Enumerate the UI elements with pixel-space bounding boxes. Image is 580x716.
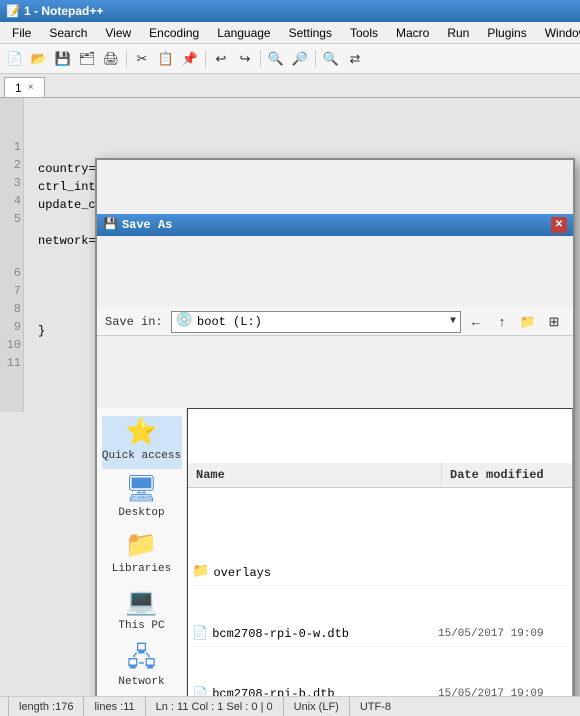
status-line-ending: Unix (LF) [284, 697, 350, 716]
col-name[interactable]: Name [188, 463, 442, 487]
title-bar: 📝 1 - Notepad++ [0, 0, 580, 22]
dialog-titlebar: 💾 Save As ✕ [97, 214, 573, 236]
menu-settings[interactable]: Settings [281, 24, 340, 42]
menu-language[interactable]: Language [209, 24, 278, 42]
tab-close-button[interactable]: × [28, 82, 34, 93]
filelist-header: Name Date modified [188, 463, 572, 488]
sidebar-item-libraries[interactable]: 📁 Libraries [102, 529, 182, 582]
combo-arrow-icon: ▼ [450, 314, 456, 329]
list-item[interactable]: 📄 bcm2708-rpi-0-w.dtb 15/05/2017 19:09 [188, 622, 572, 647]
tab-label: 1 [15, 81, 22, 95]
status-line-ending-value: Unix (LF) [294, 701, 339, 713]
sidebar-item-quick-access[interactable]: ⭐ Quick access [102, 416, 182, 469]
sidebar-label-this-pc: This PC [118, 618, 164, 635]
menu-file[interactable]: File [4, 24, 39, 42]
zoom-in-button[interactable]: 🔍 [265, 48, 287, 70]
menu-macro[interactable]: Macro [388, 24, 437, 42]
tab-1[interactable]: 1 × [4, 77, 45, 97]
status-position: Ln : 11 Col : 1 Sel : 0 | 0 [146, 697, 284, 716]
save-in-label: Save in: [105, 313, 163, 331]
print-button[interactable]: 🖨 [100, 48, 122, 70]
nav-back-button[interactable]: ← [465, 311, 487, 333]
dialog-close-button[interactable]: ✕ [551, 217, 567, 233]
toolbar-separator-1 [126, 50, 127, 68]
menu-plugins[interactable]: Plugins [479, 24, 534, 42]
sidebar-item-network[interactable]: 🖧 Network [102, 642, 182, 695]
app-icon: 📝 [6, 4, 20, 18]
menu-window[interactable]: Window [537, 24, 580, 42]
dialog-filelist[interactable]: Name Date modified 📁 overlays 📄 bcm2708-… [187, 408, 573, 696]
editor-area[interactable]: 12345 67891011 country=UK ctrl_interface… [0, 98, 580, 696]
menu-bar: File Search View Encoding Language Setti… [0, 22, 580, 44]
status-length: length : 176 [8, 697, 84, 716]
this-pc-icon: 💻 [125, 590, 157, 616]
status-position-value: Ln : 11 Col : 1 Sel : 0 | 0 [156, 701, 273, 713]
undo-button[interactable]: ↩ [210, 48, 232, 70]
replace-button[interactable]: ⇄ [344, 48, 366, 70]
find-button[interactable]: 🔍 [320, 48, 342, 70]
redo-button[interactable]: ↪ [234, 48, 256, 70]
dialog-toolbar: Save in: 💿 boot (L:) ▼ ← ↑ 📁 ⊞ [97, 308, 573, 336]
zoom-out-button[interactable]: 🔎 [289, 48, 311, 70]
save-all-button[interactable]: 🗂 [76, 48, 98, 70]
toolbar: 📄 📂 💾 🗂 🖨 ✂ 📋 📌 ↩ ↪ 🔍 🔎 🔍 ⇄ [0, 44, 580, 74]
file-date: 15/05/2017 19:09 [438, 626, 568, 643]
new-button[interactable]: 📄 [4, 48, 26, 70]
dialog-title: Save As [122, 216, 172, 234]
copy-button[interactable]: 📋 [155, 48, 177, 70]
sidebar-item-desktop[interactable]: 🖥 Desktop [102, 473, 182, 526]
save-button[interactable]: 💾 [52, 48, 74, 70]
save-in-combo[interactable]: 💿 boot (L:) ▼ [171, 311, 461, 333]
paste-button[interactable]: 📌 [179, 48, 201, 70]
status-bar: length : 176 lines : 11 Ln : 11 Col : 1 … [0, 696, 580, 716]
tab-bar: 1 × [0, 74, 580, 98]
cut-button[interactable]: ✂ [131, 48, 153, 70]
file-name: bcm2708-rpi-b.dtb [212, 685, 438, 696]
window-title: 1 - Notepad++ [24, 4, 103, 18]
quick-access-icon: ⭐ [125, 420, 157, 446]
sidebar-label-libraries: Libraries [112, 561, 171, 578]
file-icon: 📄 [192, 624, 208, 644]
save-as-dialog: 💾 Save As ✕ Save in: 💿 boot (L:) ▼ ← ↑ 📁… [95, 158, 575, 696]
col-date[interactable]: Date modified [442, 463, 572, 487]
sidebar-label-network: Network [118, 674, 164, 691]
list-item[interactable]: 📁 overlays [188, 560, 572, 586]
drive-icon: 💿 [176, 311, 193, 332]
menu-run[interactable]: Run [439, 24, 477, 42]
menu-encoding[interactable]: Encoding [141, 24, 207, 42]
status-lines-value: 11 [123, 701, 134, 713]
toolbar-separator-4 [315, 50, 316, 68]
menu-search[interactable]: Search [41, 24, 95, 42]
toolbar-separator-3 [260, 50, 261, 68]
dialog-icon: 💾 [103, 216, 118, 234]
folder-icon: 📁 [192, 562, 209, 583]
open-button[interactable]: 📂 [28, 48, 50, 70]
save-in-value: boot (L:) [197, 313, 262, 331]
status-length-value: 176 [55, 701, 73, 713]
menu-tools[interactable]: Tools [342, 24, 386, 42]
nav-new-folder-button[interactable]: 📁 [517, 311, 539, 333]
file-icon: 📄 [192, 685, 208, 697]
libraries-icon: 📁 [125, 533, 157, 559]
file-name: overlays [213, 564, 438, 582]
menu-view[interactable]: View [97, 24, 139, 42]
sidebar-item-this-pc[interactable]: 💻 This PC [102, 586, 182, 639]
status-lines: lines : 11 [84, 697, 145, 716]
sidebar-label-quick-access: Quick access [102, 448, 181, 465]
desktop-icon: 🖥 [125, 477, 158, 503]
dialog-sidebar: ⭐ Quick access 🖥 Desktop 📁 Libraries 💻 T… [97, 408, 187, 696]
sidebar-label-desktop: Desktop [118, 505, 164, 522]
nav-view-button[interactable]: ⊞ [543, 311, 565, 333]
nav-up-button[interactable]: ↑ [491, 311, 513, 333]
file-name: bcm2708-rpi-0-w.dtb [212, 625, 438, 643]
dialog-body: ⭐ Quick access 🖥 Desktop 📁 Libraries 💻 T… [97, 408, 573, 696]
status-encoding: UTF-8 [350, 697, 401, 716]
toolbar-separator-2 [205, 50, 206, 68]
list-item[interactable]: 📄 bcm2708-rpi-b.dtb 15/05/2017 19:09 [188, 683, 572, 697]
file-date: 15/05/2017 19:09 [438, 686, 568, 696]
network-icon: 🖧 [127, 646, 156, 672]
status-encoding-value: UTF-8 [360, 701, 391, 713]
main-content: 12345 67891011 country=UK ctrl_interface… [0, 98, 580, 696]
